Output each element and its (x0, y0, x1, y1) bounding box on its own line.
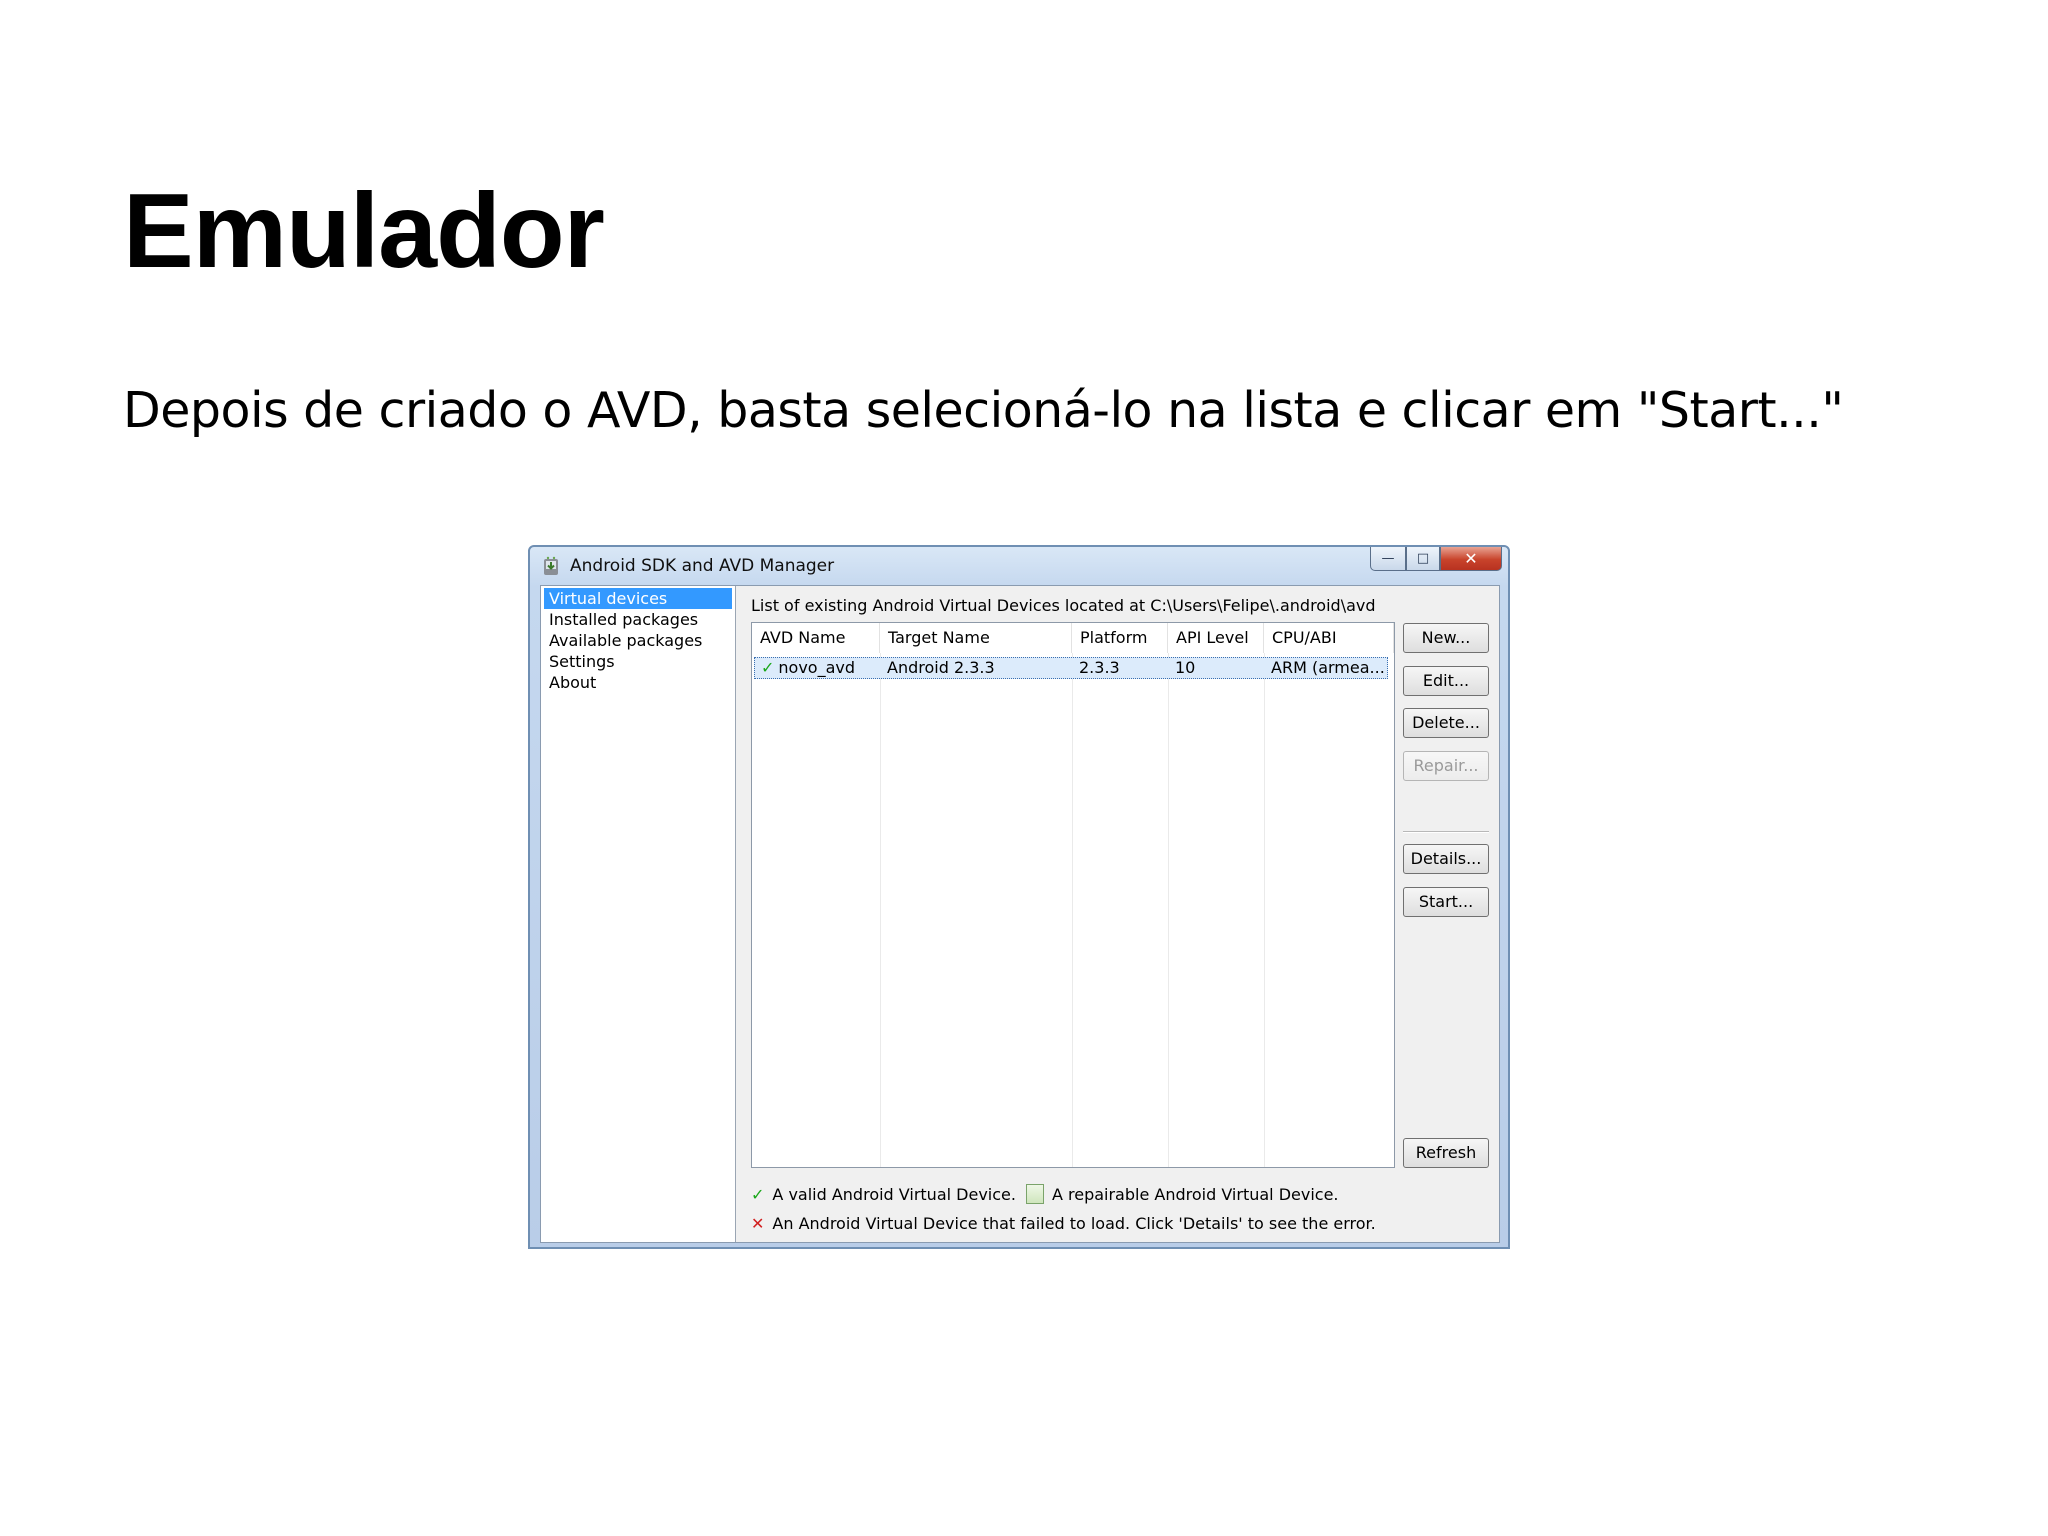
column-header-cpu-abi[interactable]: CPU/ABI (1264, 623, 1394, 653)
avd-manager-window: Android SDK and AVD Manager — □ ✕ Virtua… (528, 545, 1510, 1249)
avd-location-label: List of existing Android Virtual Devices… (751, 596, 1376, 615)
column-header-avd-name[interactable]: AVD Name (752, 623, 880, 653)
column-header-platform[interactable]: Platform (1072, 623, 1168, 653)
maximize-button[interactable]: □ (1406, 547, 1440, 571)
legend-line-valid-repairable: ✓ A valid Android Virtual Device. A repa… (751, 1184, 1339, 1204)
window-titlebar[interactable]: Android SDK and AVD Manager — □ ✕ (530, 547, 1508, 583)
minimize-icon: — (1381, 551, 1395, 566)
repair-document-icon (1025, 1184, 1044, 1204)
column-divider (1264, 653, 1265, 1167)
cell-avd-name: novo_avd (778, 658, 856, 677)
sidebar-item-about[interactable]: About (544, 672, 732, 693)
details-button[interactable]: Details... (1403, 844, 1489, 874)
window-controls: — □ ✕ (1370, 547, 1502, 573)
sidebar-item-available-packages[interactable]: Available packages (544, 630, 732, 651)
maximize-icon: □ (1416, 551, 1430, 566)
sidebar-item-settings[interactable]: Settings (544, 651, 732, 672)
close-button[interactable]: ✕ (1440, 547, 1502, 571)
close-icon: ✕ (1464, 549, 1478, 568)
edit-button[interactable]: Edit... (1403, 666, 1489, 696)
sidebar-nav: Virtual devices Installed packages Avail… (541, 586, 736, 1242)
slide-body-text: Depois de criado o AVD, basta selecioná-… (123, 382, 1844, 439)
cell-target-name: Android 2.3.3 (887, 658, 995, 677)
refresh-button[interactable]: Refresh (1403, 1138, 1489, 1168)
column-header-api-level[interactable]: API Level (1168, 623, 1264, 653)
new-button[interactable]: New... (1403, 623, 1489, 653)
checkmark-icon: ✓ (761, 658, 775, 677)
legend-valid-text: A valid Android Virtual Device. (772, 1184, 1016, 1204)
window-title: Android SDK and AVD Manager (570, 556, 835, 576)
column-divider (1168, 653, 1169, 1167)
cell-platform: 2.3.3 (1079, 658, 1120, 677)
start-button[interactable]: Start... (1403, 887, 1489, 917)
sidebar-item-installed-packages[interactable]: Installed packages (544, 609, 732, 630)
red-x-icon: ✕ (751, 1214, 765, 1233)
table-header: AVD Name Target Name Platform API Level … (752, 623, 1394, 653)
slide-title: Emulador (123, 172, 605, 290)
delete-button[interactable]: Delete... (1403, 708, 1489, 738)
column-header-target-name[interactable]: Target Name (880, 623, 1072, 653)
legend-line-failed: ✕ An Android Virtual Device that failed … (751, 1214, 1376, 1233)
checkmark-icon: ✓ (751, 1184, 765, 1204)
legend-repairable-text: A repairable Android Virtual Device. (1051, 1184, 1339, 1204)
button-separator (1403, 831, 1489, 833)
minimize-button[interactable]: — (1370, 547, 1406, 571)
repair-button[interactable]: Repair... (1403, 751, 1489, 781)
avd-table[interactable]: AVD Name Target Name Platform API Level … (751, 622, 1395, 1168)
android-download-icon (544, 556, 558, 575)
legend-failed-text: An Android Virtual Device that failed to… (772, 1214, 1376, 1233)
table-row[interactable]: ✓ novo_avd Android 2.3.3 2.3.3 10 ARM (ar… (754, 657, 1388, 679)
cell-api-level: 10 (1175, 658, 1196, 677)
window-client-area: Virtual devices Installed packages Avail… (540, 585, 1500, 1243)
sidebar-item-virtual-devices[interactable]: Virtual devices (544, 588, 732, 609)
cell-cpu-abi: ARM (armea... (1271, 658, 1385, 677)
column-divider (1072, 653, 1073, 1167)
column-divider (880, 653, 881, 1167)
